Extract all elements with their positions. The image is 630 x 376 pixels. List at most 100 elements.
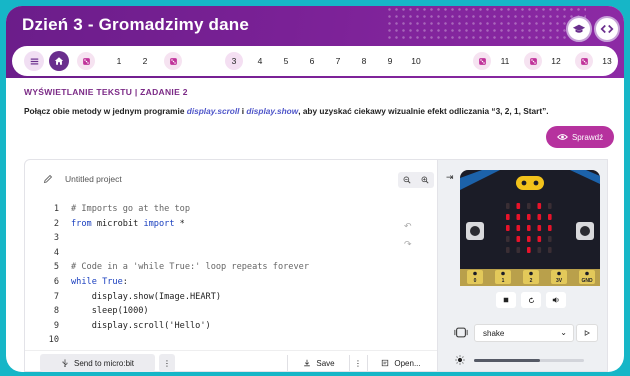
game-step-button[interactable] [164, 52, 182, 70]
led [537, 203, 542, 209]
light-level-slider[interactable] [474, 359, 584, 362]
code-line[interactable]: 5 # Code in a 'while True:' loop repeats … [25, 262, 437, 277]
led [527, 203, 531, 209]
send-more-button[interactable]: ⋮ [159, 354, 175, 372]
divider [287, 355, 288, 371]
code-text: sleep(1000) [71, 306, 149, 317]
led [527, 225, 531, 231]
undo-icon[interactable]: ↶ [404, 221, 412, 232]
line-number: 10 [48, 335, 59, 346]
step-6[interactable]: 6 [303, 52, 321, 70]
code-line[interactable]: 7 display.show(Image.HEART) [25, 292, 437, 307]
pin-hole [585, 271, 589, 276]
task-description: Połącz obie metody w jednym programie di… [24, 106, 549, 116]
open-button[interactable]: Open... [369, 354, 433, 372]
code-line[interactable]: 8 sleep(1000) [25, 306, 437, 321]
zoom-controls [398, 172, 434, 188]
sun-icon [455, 355, 465, 365]
stop-icon [503, 297, 509, 303]
pin-hole [501, 271, 505, 276]
check-button[interactable]: Sprawdź [546, 126, 614, 148]
collapse-simulator-icon[interactable]: ⇥ [446, 172, 454, 183]
mute-button[interactable] [546, 292, 566, 308]
game-step-button[interactable] [524, 52, 542, 70]
pin-hole [473, 271, 477, 276]
step-4[interactable]: 4 [251, 52, 269, 70]
step-7[interactable]: 7 [329, 52, 347, 70]
method-name: display.scroll [186, 106, 240, 116]
code-area[interactable]: 1 # Imports go at the top 2 from microbit i… [25, 204, 437, 350]
led [506, 203, 510, 209]
game-step-button[interactable] [77, 52, 95, 70]
code-line[interactable]: 9 display.scroll('Hello') [25, 321, 437, 336]
home-button[interactable] [49, 51, 69, 71]
pencil-icon[interactable] [43, 174, 53, 184]
line-number: 5 [53, 262, 59, 273]
code-line[interactable]: 3 [25, 233, 437, 248]
light-level-fill [474, 359, 540, 362]
zoom-in-icon [421, 176, 429, 184]
send-to-microbit-button[interactable]: Send to micro:bit [40, 354, 155, 372]
step-5[interactable]: 5 [277, 52, 295, 70]
step-10[interactable]: 10 [407, 52, 425, 70]
save-button[interactable]: Save [291, 354, 347, 372]
app-frame: Dzień 3 - Gromadzimy dane 1 2 3 4 5 6 7 … [6, 6, 624, 372]
step-11[interactable]: 11 [496, 52, 514, 70]
step-12[interactable]: 12 [547, 52, 565, 70]
save-label: Save [316, 358, 335, 368]
led [527, 247, 531, 253]
redo-icon[interactable]: ↷ [404, 239, 412, 250]
stop-button[interactable] [496, 292, 516, 308]
code-line[interactable]: 6 while True: [25, 277, 437, 292]
menu-button[interactable] [24, 51, 44, 71]
code-line[interactable]: 10 [25, 335, 437, 350]
restart-icon [528, 296, 534, 303]
send-gesture-button[interactable] [576, 324, 598, 342]
code-line[interactable]: 2 from microbit import * [25, 219, 437, 234]
project-name[interactable]: Untitled project [65, 174, 122, 184]
code-text: # Code in a 'while True:' loop repeats f… [71, 262, 309, 273]
task-desc-part: Połącz obie metody w jednym programie [24, 106, 187, 116]
led [537, 214, 542, 220]
more-options-icon: ⋮ [163, 358, 171, 368]
line-number: 1 [53, 204, 59, 214]
zoom-out-button[interactable] [398, 172, 416, 188]
pin-label: 0 [474, 278, 477, 284]
code-text: display.scroll('Hello') [71, 320, 211, 331]
zoom-in-button[interactable] [416, 172, 434, 188]
light-level-row [452, 354, 602, 366]
step-9[interactable]: 9 [381, 52, 399, 70]
led [516, 225, 521, 231]
game-step-button[interactable] [575, 52, 593, 70]
graduation-cap-icon [572, 24, 586, 33]
code-line[interactable]: 4 [25, 248, 437, 263]
header: Dzień 3 - Gromadzimy dane 1 2 3 4 5 6 7 … [6, 6, 624, 78]
led [516, 203, 521, 209]
eye-icon [557, 134, 568, 140]
step-2[interactable]: 2 [136, 52, 154, 70]
touch-logo[interactable] [516, 176, 544, 190]
page-title: Dzień 3 - Gromadzimy dane [22, 15, 249, 34]
pin-hole [529, 271, 533, 276]
led [516, 236, 521, 242]
code-line[interactable]: 1 # Imports go at the top [25, 204, 437, 219]
step-3-active[interactable]: 3 [225, 52, 243, 70]
restart-button[interactable] [521, 292, 541, 308]
gesture-select[interactable]: shake ⌄ [474, 324, 574, 342]
line-number: 3 [53, 233, 59, 244]
graduation-cap-button[interactable] [566, 16, 592, 42]
editor-footer: Send to micro:bit ⋮ Save ⋮ Open... [25, 350, 437, 372]
step-1[interactable]: 1 [110, 52, 128, 70]
led [506, 214, 510, 220]
game-step-button[interactable] [473, 52, 491, 70]
step-13[interactable]: 13 [598, 52, 616, 70]
led [527, 214, 531, 220]
play-icon [584, 330, 590, 336]
save-more-button[interactable]: ⋮ [351, 354, 365, 372]
code-view-button[interactable] [594, 16, 620, 42]
step-8[interactable]: 8 [355, 52, 373, 70]
check-label: Sprawdź [571, 132, 604, 142]
line-number: 8 [53, 306, 59, 317]
line-number: 6 [53, 276, 59, 287]
task-desc-part: , aby uzyskać ciekawy wizualnie efekt od… [298, 106, 549, 116]
